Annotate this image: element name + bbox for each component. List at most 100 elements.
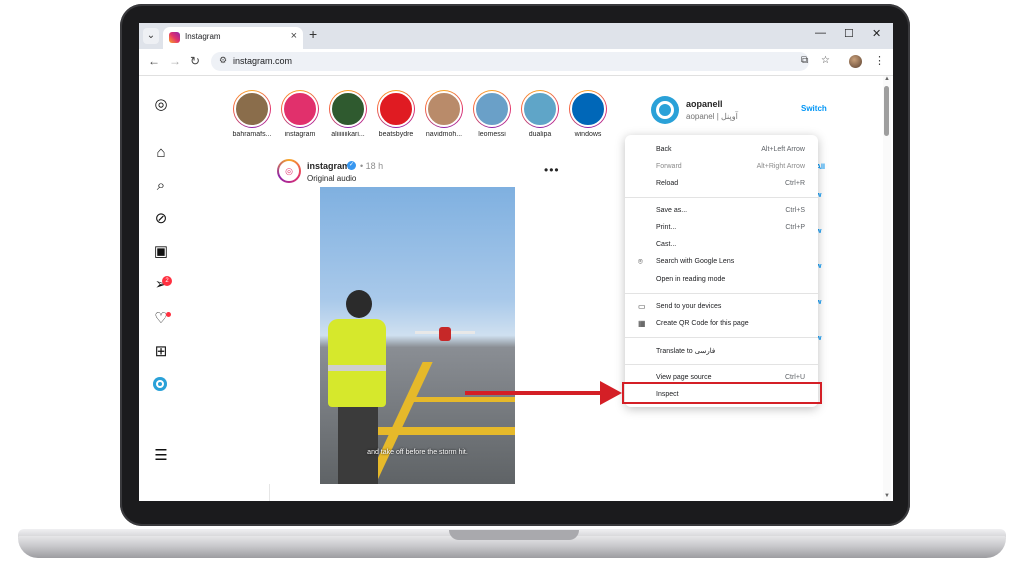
home-icon[interactable]: ⌂ [152,144,170,162]
maximize-button[interactable]: ☐ [844,27,854,40]
browser-menu-icon[interactable]: ⋮ [874,54,885,67]
context-menu-separator [625,364,818,365]
explore-compass-icon[interactable]: ⊘ [152,210,170,228]
story-item[interactable]: bahramafs... [229,90,275,138]
story-avatar [426,91,462,127]
video-caption: and take off before the storm hit. [367,449,468,456]
story-ring [473,90,511,128]
context-menu-separator [625,197,818,198]
context-menu-shortcut: Alt+Right Arrow [756,163,805,170]
context-menu-item-search-with-google-lens[interactable]: ⌾ Search with Google Lens [625,255,818,271]
context-menu-item-print[interactable]: Print... Ctrl+P [625,221,818,237]
story-avatar [378,91,414,127]
story-avatar [282,91,318,127]
devices-icon: ▭ [638,302,646,311]
profile-icon[interactable] [153,377,167,391]
back-button[interactable]: ← [148,54,160,68]
bookmark-star-icon[interactable]: ☆ [821,55,830,66]
story-ring [377,90,415,128]
laptop-notch [449,530,579,540]
context-menu-label: Create QR Code for this page [656,320,749,327]
context-menu-item-back[interactable]: Back Alt+Left Arrow [625,143,818,159]
annotation-arrow [465,391,601,395]
instagram-logo-icon[interactable]: ◎ [152,96,170,114]
context-menu-label: Save as... [656,207,688,214]
airplane-body [439,327,451,341]
context-menu-label: Reload [656,180,679,187]
switch-account-button[interactable]: Switch [801,104,827,113]
install-app-icon[interactable]: ⧉ [801,55,808,66]
context-menu-label: Forward [656,163,682,170]
airplane [415,327,475,341]
context-menu-label: Search with Google Lens [656,258,735,265]
more-menu-icon[interactable]: ☰ [152,447,170,465]
worker-legs [338,405,378,484]
story-label: instagram [284,131,316,138]
story-item[interactable]: aliiiiiiikari... [325,90,371,138]
notifications-dot [166,312,171,317]
context-menu-item-save-as[interactable]: Save as... Ctrl+S [625,204,818,220]
context-menu-item-forward[interactable]: Forward Alt+Right Arrow [625,160,818,176]
story-ring [233,90,271,128]
annotation-arrow-head [600,381,622,405]
account-username[interactable]: aopanell [686,99,723,109]
context-menu-label: Send to your devices [656,303,722,310]
context-menu-item-cast[interactable]: Cast... [625,238,818,254]
lens-icon: ⌾ [638,257,643,266]
story-item[interactable]: navidmoh... [421,90,467,138]
tab-close-icon[interactable]: × [291,30,297,42]
post-username[interactable]: instagram [307,161,350,171]
scroll-up-icon[interactable]: ▲ [884,76,890,82]
story-label: dualipa [528,131,552,138]
scroll-thumb[interactable] [884,86,889,136]
context-menu: Back Alt+Left Arrow Forward Alt+Right Arrow… [625,135,818,407]
forward-button[interactable]: → [169,54,181,68]
post-more-button[interactable]: ••• [544,163,560,177]
story-item[interactable]: beatsbydre [373,90,419,138]
worker-head [346,290,372,318]
minimize-button[interactable]: — [815,27,826,39]
verified-badge-icon: ✓ [347,161,356,170]
context-menu-separator [625,293,818,294]
story-ring [521,90,559,128]
story-ring [569,90,607,128]
profile-avatar-icon[interactable] [849,55,862,68]
address-bar[interactable]: ⚙ instagram.com ⧉ ☆ [211,52,830,71]
new-tab-button[interactable]: + [309,26,317,42]
create-plus-icon[interactable]: ⊞ [152,343,170,361]
story-item[interactable]: dualipa [517,90,563,138]
tab-title: Instagram [185,32,221,41]
reload-button[interactable]: ↻ [190,54,200,68]
feed-divider [269,484,270,501]
story-item[interactable]: leomessi [469,90,515,138]
instagram-sidebar: ◎ ⌂ ⌕ ⊘ ▣ ➢ 2 ♡ ⊞ ☰ [139,76,183,501]
search-icon[interactable]: ⌕ [152,177,170,195]
account-display-name: aopanel | آوپنل [686,112,738,121]
post-audio[interactable]: Original audio [307,174,356,183]
context-menu-item-send-to-your-devices[interactable]: ▭ Send to your devices [625,300,818,316]
tab-instagram[interactable]: Instagram × [163,27,303,49]
context-menu-shortcut: Ctrl+P [785,224,805,231]
address-text: instagram.com [233,56,293,66]
context-menu-item-create-qr-code-for-this-page[interactable]: ▦ Create QR Code for this page [625,317,818,333]
scroll-down-icon[interactable]: ▼ [884,493,890,499]
context-menu-item-open-in-reading-mode[interactable]: Open in reading mode [625,273,818,289]
post-author-avatar[interactable]: ◎ [277,159,301,183]
post-video[interactable]: and take off before the storm hit. [320,187,515,484]
close-window-button[interactable]: ✕ [872,27,881,40]
context-menu-label: Print... [656,224,677,231]
story-item[interactable]: instagram [277,90,323,138]
story-item[interactable]: windows [565,90,611,138]
tab-search-button[interactable]: ⌄ [143,28,159,44]
reels-icon[interactable]: ▣ [152,243,170,261]
page-scrollbar[interactable]: ▲ ▼ [883,76,891,501]
worker-vest [328,319,386,407]
instagram-favicon-icon [169,32,180,43]
context-menu-item-reload[interactable]: Reload Ctrl+R [625,177,818,193]
site-info-icon[interactable]: ⚙ [219,55,227,66]
account-avatar[interactable] [651,96,679,124]
context-menu-separator [625,337,818,338]
qr-icon: ▦ [638,319,646,328]
context-menu-item-translate-to[interactable]: Translate to فارسی [625,344,818,360]
context-menu-shortcut: Alt+Left Arrow [761,146,805,153]
